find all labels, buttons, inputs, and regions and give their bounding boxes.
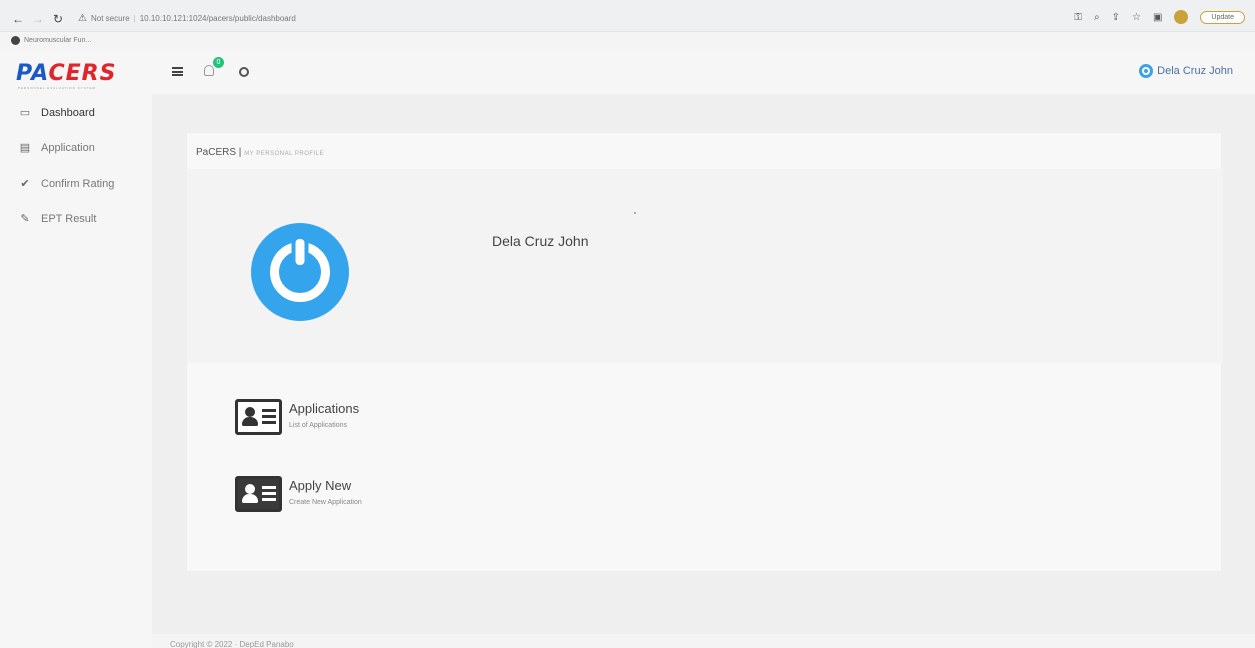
bookmark-label: Neuromuscular Fun... — [24, 37, 92, 44]
breadcrumb-page: MY PERSONAL PROFILE — [244, 151, 325, 157]
reload-icon[interactable]: ↻ — [53, 13, 63, 25]
logo-part-blue: PA — [16, 61, 49, 86]
key-icon[interactable]: ⚿ — [1074, 12, 1082, 23]
bell-icon[interactable] — [204, 65, 214, 76]
sidebar-item-confirm-rating[interactable]: ✔ Confirm Rating — [18, 177, 115, 191]
logo-subtitle: PERSONNEL EVALUATION SYSTEM — [18, 86, 96, 90]
power-logo-icon — [1139, 64, 1154, 78]
app-header: PACERS PERSONNEL EVALUATION SYSTEM 0 Del… — [0, 50, 1255, 94]
star-icon[interactable]: ☆ — [1132, 12, 1141, 23]
address-bar[interactable]: ⚠ Not secure | 10.10.10.121:1024/pacers/… — [78, 13, 296, 24]
profile-avatar-icon — [251, 223, 349, 321]
id-card-icon: ▤ — [19, 142, 31, 154]
update-button[interactable]: Update — [1200, 10, 1245, 24]
main-content: PaCERS | MY PERSONAL PROFILE Dela Cruz J… — [152, 94, 1255, 634]
sidebar: ▭ Dashboard ▤ Application ✔ Confirm Rati… — [0, 94, 152, 648]
url-text: 10.10.10.121:1024/pacers/public/dashboar… — [139, 14, 296, 23]
sidebar-item-label: Confirm Rating — [41, 177, 115, 190]
forward-icon[interactable]: → — [32, 13, 44, 25]
profile-card: PaCERS | MY PERSONAL PROFILE Dela Cruz J… — [186, 132, 1223, 572]
browser-toolbar: ← → ↻ ⚠ Not secure | 10.10.10.121:1024/p… — [0, 0, 1255, 32]
globe-icon — [11, 36, 20, 45]
sidebar-item-label: Application — [41, 141, 95, 154]
sidebar-item-label: EPT Result — [41, 212, 97, 225]
apply-new-tile[interactable]: Apply New Create New Application — [235, 476, 362, 512]
breadcrumb: PaCERS | MY PERSONAL PROFILE — [196, 147, 324, 158]
profile-panel: Dela Cruz John — [187, 169, 1223, 363]
sidebar-item-dashboard[interactable]: ▭ Dashboard — [18, 106, 95, 120]
check-icon: ✔ — [20, 178, 30, 190]
sidepanel-icon[interactable]: ▣ — [1153, 12, 1162, 23]
notification-badge: 0 — [213, 57, 224, 68]
browser-actions: ⚿ ⌕ ⇪ ☆ ▣ Update — [1074, 10, 1245, 24]
breadcrumb-app: PaCERS — [196, 147, 237, 158]
tile-subtitle: List of Applications — [289, 422, 347, 429]
breadcrumb-separator: | — [238, 147, 242, 158]
tile-subtitle: Create New Application — [289, 499, 362, 506]
edit-icon: ✎ — [20, 213, 30, 225]
warning-icon: ⚠ — [78, 13, 87, 24]
profile-name: Dela Cruz John — [492, 233, 589, 249]
user-menu[interactable]: Dela Cruz John — [1139, 64, 1233, 78]
sidebar-item-label: Dashboard — [41, 106, 95, 119]
footer-copyright: Copyright © 2022 · DepEd Panabo — [170, 640, 294, 648]
globe-icon[interactable] — [239, 67, 249, 77]
monitor-icon: ▭ — [19, 107, 31, 119]
security-status: Not secure — [90, 14, 130, 23]
menu-toggle-icon[interactable] — [172, 67, 183, 76]
applications-tile[interactable]: Applications List of Applications — [235, 399, 359, 435]
id-card-icon — [235, 476, 282, 512]
share-icon[interactable]: ⇪ — [1112, 12, 1120, 23]
back-icon[interactable]: ← — [12, 13, 24, 25]
user-name: Dela Cruz John — [1157, 65, 1233, 77]
bookmark-item[interactable]: Neuromuscular Fun... — [11, 36, 91, 45]
pacers-logo[interactable]: PACERS — [16, 61, 116, 86]
logo-part-red: CERS — [48, 61, 117, 86]
tile-title: Applications — [289, 401, 360, 416]
sidebar-item-ept-result[interactable]: ✎ EPT Result — [18, 212, 97, 226]
zoom-icon[interactable]: ⌕ — [1094, 12, 1100, 23]
tile-title: Apply New — [289, 478, 352, 493]
sidebar-item-application[interactable]: ▤ Application — [18, 141, 95, 155]
profile-avatar-icon[interactable] — [1174, 10, 1189, 24]
id-card-icon — [235, 399, 282, 435]
